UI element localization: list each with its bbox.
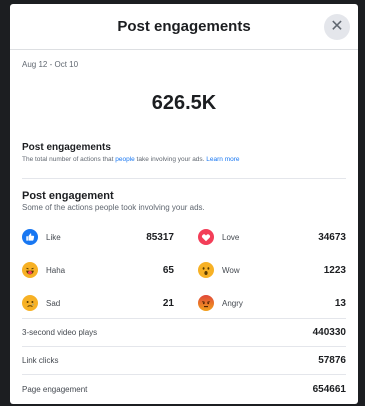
reaction-count: 65	[162, 264, 174, 276]
stat-label: Page engagement	[22, 384, 88, 394]
like-icon	[22, 229, 38, 245]
section-description: Some of the actions people took involvin…	[22, 203, 205, 212]
reaction-angry: Angry 13	[184, 293, 346, 313]
reaction-label: Sad	[46, 298, 61, 308]
love-icon	[198, 229, 214, 245]
reaction-row: Sad 21 Angry 13	[22, 293, 346, 313]
stat-label: Link clicks	[22, 356, 59, 365]
desc-text: The total number of actions that	[22, 156, 116, 163]
stat-value: 654661	[312, 383, 346, 395]
post-engagements-dialog: Post engagements ✕ Aug 12 - Oct 10 626.5…	[10, 4, 358, 404]
stat-row-video-plays: 3-second video plays 440330	[22, 319, 346, 347]
reaction-label: Angry	[222, 298, 243, 308]
reaction-love: Love 34673	[184, 227, 346, 247]
stat-label: 3-second video plays	[22, 328, 98, 337]
reaction-label: Wow	[222, 265, 240, 275]
reaction-label: Love	[222, 232, 240, 242]
reaction-wow: Wow 1223	[184, 260, 346, 280]
reaction-count: 13	[334, 297, 346, 309]
reaction-count: 21	[162, 297, 174, 309]
stat-value: 57876	[318, 355, 346, 366]
stat-row-link-clicks: Link clicks 57876	[22, 347, 346, 375]
reaction-haha: Haha 65	[22, 260, 184, 280]
angry-icon	[198, 295, 214, 311]
section-title-post-engagements: Post engagements	[22, 142, 111, 153]
stat-row-page-engagement: Page engagement 654661	[22, 375, 346, 403]
divider	[22, 178, 346, 179]
reaction-sad: Sad 21	[22, 293, 184, 313]
total-engagements: 626.5K	[151, 92, 217, 114]
haha-icon	[22, 262, 38, 278]
reaction-row: Like 85317 Love 34673	[22, 227, 346, 247]
people-link[interactable]: people	[115, 156, 135, 163]
reaction-label: Like	[46, 232, 61, 242]
dialog-header: Post engagements ✕	[10, 4, 358, 50]
reaction-row: Haha 65 Wow 1223	[22, 260, 346, 280]
wow-icon	[198, 262, 214, 278]
close-button[interactable]: ✕	[324, 14, 350, 40]
section-description: The total number of actions that people …	[22, 156, 240, 163]
learn-more-link[interactable]: Learn more	[206, 156, 239, 163]
section-title-post-engagement: Post engagement	[22, 190, 114, 202]
date-range: Aug 12 - Oct 10	[22, 60, 79, 69]
reaction-label: Haha	[46, 265, 66, 275]
reaction-count: 34673	[318, 231, 346, 243]
dialog-title: Post engagements	[117, 18, 251, 35]
reaction-count: 1223	[323, 264, 346, 276]
sad-icon	[22, 295, 38, 311]
reaction-count: 85317	[146, 231, 174, 243]
stat-value: 440330	[312, 327, 346, 338]
close-icon: ✕	[330, 18, 344, 35]
desc-text: take involving your ads.	[134, 156, 207, 163]
reaction-like: Like 85317	[22, 227, 184, 247]
